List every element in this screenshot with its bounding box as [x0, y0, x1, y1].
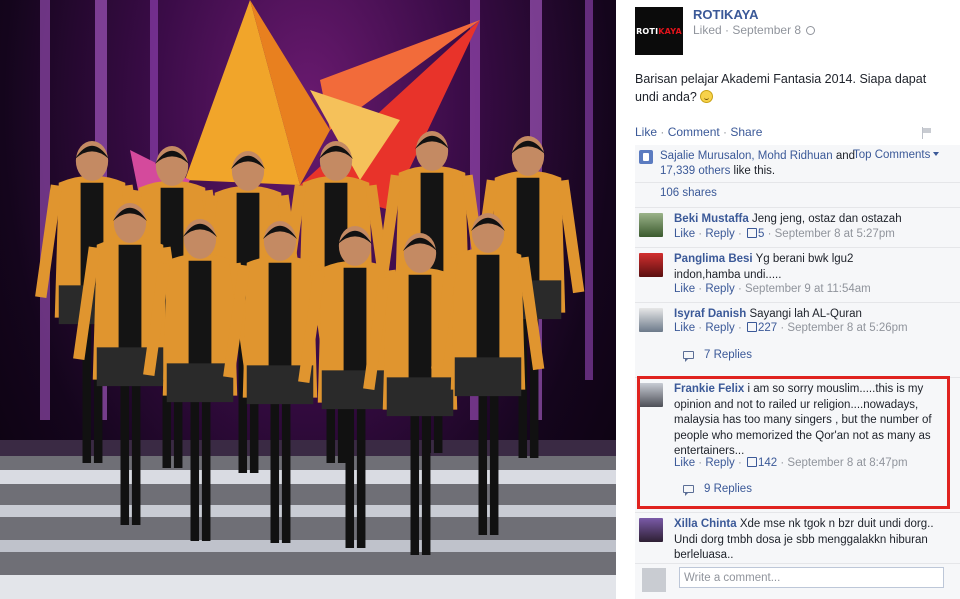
- page-logo[interactable]: ROTIKAYA: [635, 7, 683, 55]
- liked-status[interactable]: Liked: [693, 23, 722, 37]
- likes-others-link[interactable]: 17,339 others: [660, 165, 730, 177]
- avatar[interactable]: [639, 213, 663, 237]
- logo-text-red: KAYA: [658, 26, 682, 36]
- post-side-panel: ROTIKAYA ROTIKAYA Liked · September 8 Ba…: [616, 0, 960, 599]
- comment-author[interactable]: Beki Mustaffa: [674, 213, 749, 225]
- comment-like-button[interactable]: Like: [674, 457, 695, 469]
- comment-like-count[interactable]: 142: [758, 457, 777, 469]
- comment-like-button[interactable]: Like: [674, 322, 695, 334]
- comment-author[interactable]: Frankie Felix: [674, 383, 744, 395]
- comment-timestamp[interactable]: September 8 at 8:47pm: [787, 457, 907, 469]
- comment-body: Frankie Felix i am so sorry mouslim.....…: [674, 382, 944, 460]
- comment-item: Panglima Besi Yg berani bwk lgu2 indon,h…: [635, 247, 960, 302]
- feedback-area: Sajalie Murusalon, Mohd Ridhuan and 17,3…: [635, 145, 960, 599]
- report-flag-icon[interactable]: [921, 127, 933, 139]
- page-name-link[interactable]: ROTIKAYA: [693, 7, 759, 22]
- comment-author[interactable]: Isyraf Danish: [674, 308, 746, 320]
- comment-like-button[interactable]: Like: [674, 283, 695, 295]
- globe-icon: [806, 26, 816, 35]
- comment-timestamp[interactable]: September 9 at 11:54am: [745, 283, 871, 295]
- stage-steps: [0, 440, 616, 599]
- smiley-emoticon-icon: [700, 90, 714, 103]
- shares-row: 106 shares: [635, 182, 960, 206]
- logo-text-white: ROTI: [636, 26, 659, 36]
- reply-bubble-icon: [683, 485, 694, 496]
- group-photo-illustration: [0, 0, 616, 599]
- likes-text: Sajalie Murusalon, Mohd Ridhuan and 17,3…: [660, 149, 855, 179]
- like-count-icon: [746, 228, 757, 238]
- comment-meta: Like · Reply · 5 · September 8 at 5:27pm: [674, 228, 895, 240]
- comment-meta: Like · Reply · 142 · September 8 at 8:47…: [674, 457, 908, 469]
- replies-label: 9 Replies: [704, 483, 752, 495]
- post-meta: Liked · September 8: [693, 23, 816, 37]
- post-actions: Like · Comment · Share: [635, 125, 762, 139]
- comment-button[interactable]: Comment: [668, 125, 720, 139]
- reply-bubble-icon: [683, 351, 694, 362]
- current-user-avatar: [642, 568, 666, 592]
- view-replies-link[interactable]: 9 Replies: [683, 483, 752, 496]
- avatar[interactable]: [639, 308, 663, 332]
- post-date[interactable]: September 8: [732, 23, 801, 37]
- comment-item: Beki Mustaffa Jeng jeng, ostaz dan ostaz…: [635, 207, 960, 247]
- comment-like-button[interactable]: Like: [674, 228, 695, 240]
- comment-reply-button[interactable]: Reply: [705, 228, 734, 240]
- comment-reply-button[interactable]: Reply: [705, 322, 734, 334]
- likes-and-text: and: [833, 150, 855, 162]
- share-button[interactable]: Share: [730, 125, 762, 139]
- comment-body: Beki Mustaffa Jeng jeng, ostaz dan ostaz…: [674, 212, 956, 228]
- action-separator: ·: [657, 125, 668, 139]
- comment-text: Sayangi lah AL-Quran: [749, 308, 862, 320]
- comment-like-count[interactable]: 227: [758, 322, 777, 334]
- like-button[interactable]: Like: [635, 125, 657, 139]
- avatar[interactable]: [639, 253, 663, 277]
- avatar[interactable]: [639, 383, 663, 407]
- post-caption: Barisan pelajar Akademi Fantasia 2014. S…: [635, 70, 940, 106]
- like-count-icon: [746, 322, 757, 332]
- comment-text: Jeng jeng, ostaz dan ostazah: [751, 213, 902, 225]
- comment-item-highlighted: Frankie Felix i am so sorry mouslim.....…: [635, 377, 960, 512]
- comment-body: Xilla Chinta Xde mse nk tgok n bzr duit …: [674, 517, 956, 564]
- comment-item: Isyraf Danish Sayangi lah AL-Quran Like …: [635, 302, 960, 374]
- avatar[interactable]: [639, 518, 663, 542]
- shares-link[interactable]: 106 shares: [660, 187, 717, 199]
- post-photo[interactable]: [0, 0, 616, 599]
- view-replies-link[interactable]: 7 Replies: [683, 349, 752, 362]
- replies-label: 7 Replies: [704, 349, 752, 361]
- caption-text: Barisan pelajar Akademi Fantasia 2014. S…: [635, 72, 927, 104]
- likes-suffix: like this.: [733, 165, 776, 177]
- comment-body: Panglima Besi Yg berani bwk lgu2 indon,h…: [674, 252, 904, 283]
- comment-input[interactable]: [679, 567, 944, 588]
- like-count-icon: [746, 457, 757, 467]
- top-comments-dropdown[interactable]: Top Comments: [853, 149, 939, 161]
- thumbs-up-icon: [639, 150, 653, 164]
- meta-separator: ·: [721, 23, 733, 37]
- comment-like-count[interactable]: 5: [758, 228, 764, 240]
- likes-summary: Sajalie Murusalon, Mohd Ridhuan and 17,3…: [635, 145, 960, 181]
- comment-reply-button[interactable]: Reply: [705, 283, 734, 295]
- comment-reply-button[interactable]: Reply: [705, 457, 734, 469]
- comment-meta: Like · Reply · 227 · September 8 at 5:26…: [674, 322, 908, 334]
- action-separator: ·: [719, 125, 731, 139]
- liker-names[interactable]: Sajalie Murusalon, Mohd Ridhuan: [660, 150, 833, 162]
- comment-meta: Like · Reply · September 9 at 11:54am: [674, 283, 871, 295]
- comment-author[interactable]: Xilla Chinta: [674, 518, 737, 530]
- comment-body: Isyraf Danish Sayangi lah AL-Quran: [674, 307, 956, 323]
- comment-timestamp[interactable]: September 8 at 5:26pm: [787, 322, 907, 334]
- comment-author[interactable]: Panglima Besi: [674, 253, 753, 265]
- comment-timestamp[interactable]: September 8 at 5:27pm: [775, 228, 895, 240]
